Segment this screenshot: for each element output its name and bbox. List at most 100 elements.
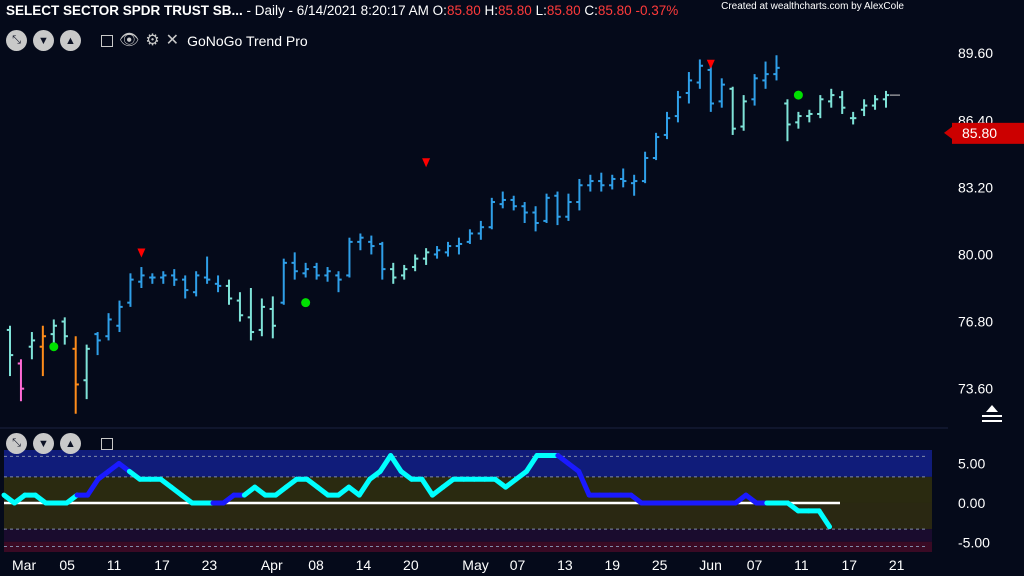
countertrend-triangle [137, 248, 146, 258]
time-axis-tick: 17 [154, 557, 170, 573]
price-bar [685, 72, 693, 104]
price-bar [379, 241, 386, 280]
minimize-icon[interactable] [101, 34, 113, 47]
time-axis-tick: 11 [107, 557, 122, 573]
price-bar [236, 292, 244, 322]
time-axis-tick: 13 [557, 557, 573, 573]
price-axis-tick: 83.20 [958, 179, 993, 195]
price-bar [674, 90, 682, 123]
time-axis-tick: 07 [747, 557, 763, 573]
add-pane-icon[interactable] [101, 437, 113, 450]
price-bar [368, 235, 375, 255]
price-bar [707, 63, 714, 112]
price-bar [828, 88, 835, 108]
low-value: 85.80 [546, 3, 581, 18]
price-bar [751, 74, 758, 106]
price-axis-tick: 73.60 [958, 381, 993, 397]
chevron-down-icon[interactable]: ▼ [33, 433, 54, 454]
price-bar [543, 193, 550, 223]
price-bar [313, 262, 320, 280]
price-bar [171, 269, 178, 286]
price-bar [817, 95, 824, 119]
price-bar [729, 86, 736, 135]
countertrend-triangle [422, 158, 431, 168]
indicator-name: GoNoGo Trend Pro [187, 32, 308, 49]
time-axis-tick: Jun [699, 557, 722, 573]
chevron-down-icon[interactable]: ▼ [33, 30, 54, 51]
oscillator-axis-tick: 0.00 [958, 495, 985, 511]
price-bar [466, 229, 474, 244]
oscillator-axis-tick: 5.00 [958, 455, 985, 471]
price-bar [149, 273, 156, 284]
price-bar [696, 59, 704, 89]
price-bar [28, 332, 36, 360]
go-signal-dot [49, 342, 59, 352]
price-bar [17, 359, 25, 402]
time-axis-tick: 23 [202, 557, 218, 573]
price-bar [203, 256, 211, 284]
collapse-icon[interactable]: ⤡ [6, 30, 27, 51]
time-axis-tick: 05 [59, 557, 75, 573]
price-bar [324, 267, 331, 282]
credit-text: Created at wealthcharts.com by AlexCole [721, 1, 904, 12]
price-bar [346, 237, 353, 278]
price-bar [225, 279, 233, 305]
time-axis-tick: Apr [261, 557, 283, 573]
open-label: O: [432, 3, 447, 18]
oscillator-zone [4, 450, 932, 477]
price-bar [269, 296, 276, 339]
time-axis-tick: 08 [308, 557, 324, 573]
go-signal-dot [301, 298, 311, 308]
price-bar [609, 174, 616, 190]
price-bar [806, 109, 813, 123]
time-axis-tick: May [462, 557, 488, 573]
high-value: 85.80 [498, 3, 532, 18]
price-bar [455, 237, 463, 255]
price-bar [247, 288, 255, 341]
price-bar [620, 168, 627, 188]
price-badge-pointer [944, 126, 952, 139]
price-bar [411, 254, 419, 272]
close-icon[interactable]: ✕ [166, 32, 179, 49]
price-bar [83, 344, 90, 400]
price-bar [882, 90, 890, 108]
price-bar [444, 241, 452, 257]
time-axis-tick: Mar [12, 557, 36, 573]
price-bar [630, 174, 638, 196]
chart-canvas[interactable]: 89.6086.4083.2080.0076.8073.6085.805.000… [0, 0, 1024, 576]
price-bar [641, 151, 649, 184]
price-bar [784, 99, 791, 142]
gear-icon[interactable]: ⚙ [145, 32, 159, 49]
price-bar [762, 61, 769, 89]
time-axis-tick: 21 [889, 557, 905, 573]
price-bar [116, 300, 123, 333]
time-axis-tick: 14 [356, 557, 372, 573]
price-bar [795, 111, 802, 129]
price-pane-toolbar: ⤡ ▼ ▲ 👁 ⚙ ✕ GoNoGo Trend Pro [6, 30, 308, 51]
price-bar [357, 233, 364, 251]
price-bar [214, 275, 222, 293]
price-bar [390, 262, 397, 284]
header-separator: - [284, 3, 297, 18]
price-bar [422, 248, 430, 265]
price-bar [291, 252, 298, 280]
datetime: 6/14/2021 8:20:17 AM [296, 3, 429, 18]
price-bar [521, 202, 528, 223]
eye-icon[interactable]: 👁 [119, 32, 139, 49]
symbol-name: SELECT SECTOR SPDR TRUST SB... [6, 3, 243, 18]
high-label: H: [484, 3, 499, 18]
price-bar [192, 271, 200, 297]
price-axis-tick: 89.60 [958, 45, 993, 61]
close-label: C: [584, 3, 598, 18]
price-bar [499, 191, 506, 209]
price-bar [280, 258, 287, 305]
price-bar [335, 271, 342, 293]
chevron-up-icon[interactable]: ▲ [60, 433, 81, 454]
price-bar [839, 90, 846, 114]
header-separator: - [242, 3, 255, 18]
time-axis-tick: 07 [510, 557, 526, 573]
collapse-icon[interactable]: ⤡ [6, 433, 27, 454]
chevron-up-icon[interactable]: ▲ [60, 30, 81, 51]
oscillator-zone [4, 529, 932, 542]
time-axis-tick: 19 [605, 557, 621, 573]
